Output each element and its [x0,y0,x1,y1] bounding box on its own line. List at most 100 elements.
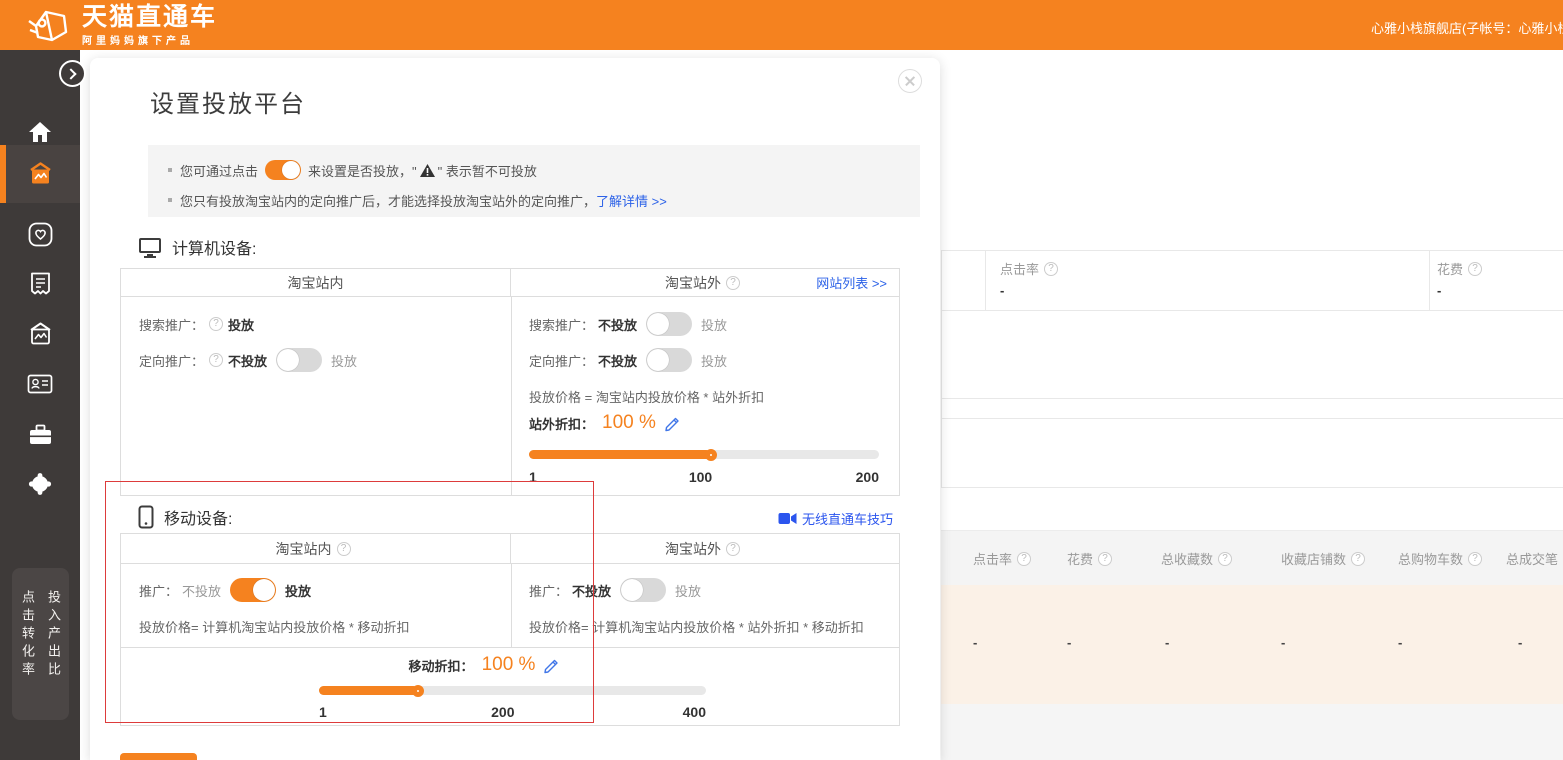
table-header-row: 点击率? 花费? 总收藏数? 收藏店铺数? 总购物车数? 总成交笔? [941,530,1563,585]
receipt-icon [29,272,52,296]
state-on: 投放 [228,315,254,334]
help-icon[interactable]: ? [726,276,740,290]
sidebar-item-assistant[interactable] [0,464,80,504]
sidebar-item-favorites[interactable] [0,214,80,254]
edit-pencil-icon[interactable] [664,415,681,432]
pc-outside-target-toggle[interactable] [646,348,692,372]
stat-cost-value: - [1437,283,1441,298]
state-on: 投放 [675,581,701,600]
help-icon[interactable]: ? [1017,552,1031,566]
slider-fill [319,686,418,695]
mobile-outside-promo-toggle[interactable] [620,578,666,602]
top-header: 天猫直通车 阿里妈妈旗下产品 心雅小栈旗舰店(子帐号：心雅小栈 [0,0,1563,50]
cell-value: - [1398,635,1402,650]
metric-roi: 投入产出比 [44,590,63,720]
sidebar-item-campaign-active[interactable] [0,145,80,203]
discount-value: 100 % [482,654,536,676]
wireless-tips-link-text[interactable]: 无线直通车技巧 [802,509,893,528]
example-toggle [265,160,301,180]
state-off: 不投放 [228,351,267,370]
cell-value: - [1067,635,1071,650]
sidebar-expand-button[interactable] [59,60,86,87]
edit-pencil-icon[interactable] [543,657,560,674]
sidebar-metrics-panel[interactable]: 点击转化率 投入产出比 [12,568,69,720]
tips-box: 您可通过点击 来设置是否投放，" " 表示暂不可投放 您只有投放淘宝站内的定向推… [148,145,920,217]
table-row[interactable]: - - - - - - [941,585,1563,704]
pc-outside-search-row: 搜索推广： 不投放 投放 [529,311,727,337]
train-logo-icon [26,7,72,45]
slider-knob[interactable] [412,685,424,697]
column-taobao-inside: 淘宝站内 [121,269,511,296]
help-icon[interactable]: ? [1044,262,1058,276]
tip-text: 您可通过点击 [180,161,258,180]
stat-cost: 花费 ? [1437,259,1487,278]
wireless-tips-link[interactable]: 无线直通车技巧 [778,509,893,528]
tip-text: " 表示暂不可投放 [438,161,537,180]
help-icon[interactable]: ? [1468,552,1482,566]
help-icon[interactable]: ? [726,542,740,556]
stat-label-text: 点击率 [1000,259,1039,278]
pc-inside-search-row: 搜索推广： ? 投放 [139,311,254,337]
toggle-knob[interactable] [647,349,669,371]
dialog-title: 设置投放平台 [150,84,306,119]
column-title: 淘宝站内 [276,539,332,559]
stat-label-text: 花费 [1437,259,1463,278]
help-icon[interactable]: ? [209,353,223,367]
mobile-placement-table: 淘宝站内 ? 淘宝站外 ? 推广： 不投放 投放 投放价格= 计算机淘宝站内投放… [120,533,900,726]
toggle-knob[interactable] [647,313,669,335]
discount-label: 站外折扣： [529,414,594,433]
mobile-inside-promo-row: 推广： 不投放 投放 [139,577,311,603]
sidebar-item-reports[interactable] [0,264,80,304]
save-button[interactable] [120,753,197,760]
account-name[interactable]: 心雅小栈旗舰店(子帐号：心雅小栈 [1371,18,1563,37]
video-camera-icon [778,512,797,525]
logo[interactable]: 天猫直通车 阿里妈妈旗下产品 [26,4,217,47]
state-off: 不投放 [182,581,221,600]
pc-inside-target-toggle[interactable] [276,348,322,372]
state-on: 投放 [331,351,357,370]
slider-knob[interactable] [705,449,717,461]
tip-line-2: 您只有投放淘宝站内的定向推广后，才能选择投放淘宝站外的定向推广， 了解详情 >> [168,187,667,213]
pc-outside-discount-row: 站外折扣： 100 % [529,410,681,436]
mobile-inside-promo-toggle[interactable] [230,578,276,602]
state-off: 不投放 [598,351,637,370]
help-icon[interactable]: ? [1468,262,1482,276]
computer-placement-table: 淘宝站内 淘宝站外 ? 网站列表 >> 搜索推广： ? 投放 定向推广： ? 不… [120,268,900,496]
bullet-icon [168,198,172,202]
warning-icon [419,163,436,178]
state-off: 不投放 [572,581,611,600]
pc-outside-search-toggle[interactable] [646,312,692,336]
stat-click-rate-value: - [1000,283,1004,298]
site-list-link[interactable]: 网站列表 >> [816,273,887,292]
column-taobao-inside: 淘宝站内 ? [121,534,511,563]
toggle-knob[interactable] [277,349,299,371]
help-icon[interactable]: ? [209,317,223,331]
bullet-icon [168,168,172,172]
mobile-discount-slider[interactable] [319,686,706,695]
outside-discount-slider[interactable] [529,450,879,459]
state-on: 投放 [701,351,727,370]
computer-icon [138,237,162,258]
slider-fill [529,450,711,459]
column-header: 花费 [1067,549,1093,568]
discount-label: 移动折扣： [409,656,474,675]
help-icon[interactable]: ? [337,542,351,556]
briefcase-icon [28,423,53,446]
learn-more-link[interactable]: 了解详情 >> [596,191,667,210]
sidebar-item-contacts[interactable] [0,364,80,404]
toggle-knob[interactable] [621,579,643,601]
toggle-knob[interactable] [253,579,275,601]
metric-click-conversion: 点击转化率 [18,590,37,720]
sidebar-item-tools[interactable] [0,414,80,454]
app-subtitle: 阿里妈妈旗下产品 [82,32,217,47]
pc-outside-price-formula: 投放价格 = 淘宝站内投放价格 * 站外折扣 [529,387,764,406]
app-title: 天猫直通车 [82,4,217,31]
close-icon[interactable] [898,69,922,93]
person-icon [27,472,53,496]
help-icon[interactable]: ? [1218,552,1232,566]
sidebar-item-creative[interactable] [0,314,80,354]
row-label: 推广： [139,581,178,600]
help-icon[interactable]: ? [1351,552,1365,566]
column-header: 总成交笔 [1506,549,1558,568]
help-icon[interactable]: ? [1098,552,1112,566]
